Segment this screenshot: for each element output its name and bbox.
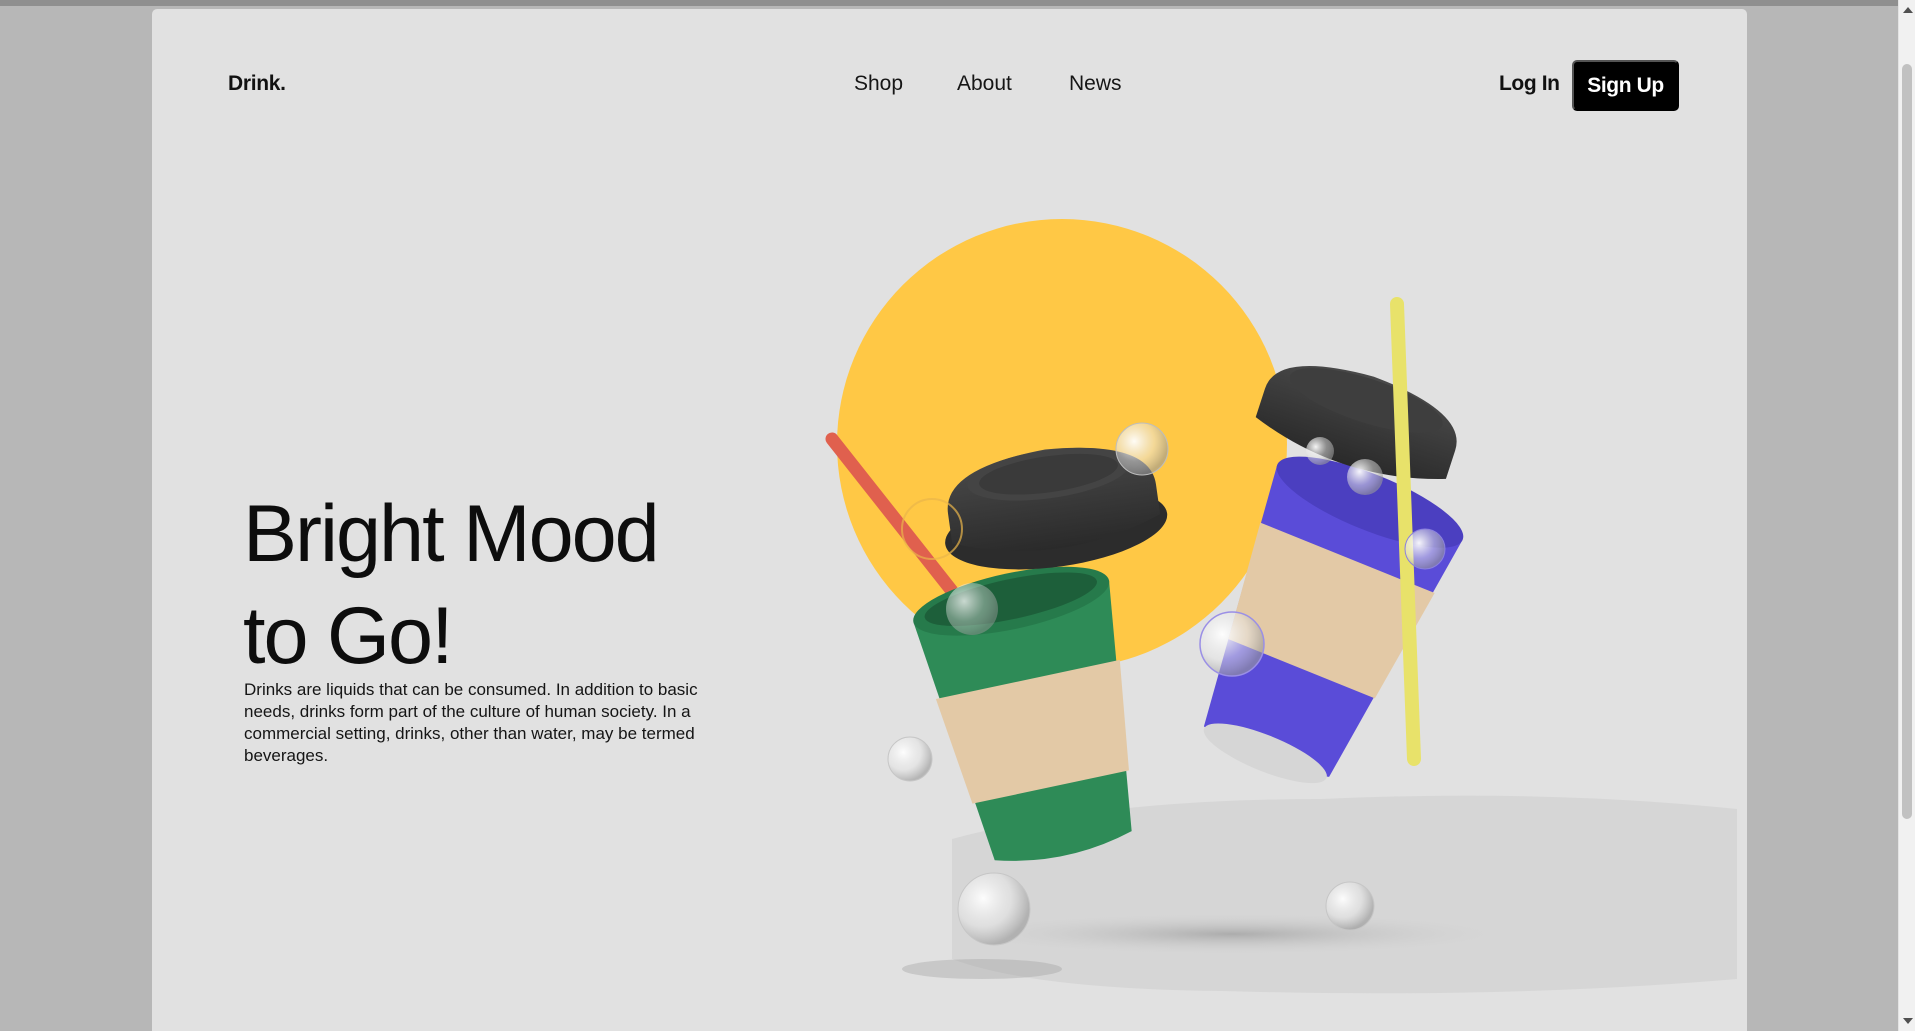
browser-top-edge xyxy=(0,0,1898,6)
signup-button[interactable]: Sign Up xyxy=(1572,60,1679,111)
scroll-up-arrow-icon[interactable] xyxy=(1903,7,1913,13)
scroll-down-arrow-icon[interactable] xyxy=(1903,1018,1913,1024)
nav-link-news[interactable]: News xyxy=(1069,72,1122,96)
scroll-thumb[interactable] xyxy=(1902,64,1912,819)
nav-link-about[interactable]: About xyxy=(957,72,1012,96)
login-link[interactable]: Log In xyxy=(1499,72,1560,96)
hero-headline: Bright Mood to Go! xyxy=(243,483,843,687)
yellow-straw xyxy=(1390,297,1421,766)
hero-description: Drinks are liquids that can be consumed.… xyxy=(244,680,698,765)
nav-link-shop[interactable]: Shop xyxy=(854,72,903,96)
hero-headline-line1: Bright Mood xyxy=(243,489,660,579)
hero-headline-line2: to Go! xyxy=(243,591,454,681)
landing-page: Drink. Shop About News Log In Sign Up Br… xyxy=(152,9,1747,1031)
hero-drink-illustration xyxy=(825,219,1737,994)
page-scrollbar[interactable] xyxy=(1898,0,1915,1031)
